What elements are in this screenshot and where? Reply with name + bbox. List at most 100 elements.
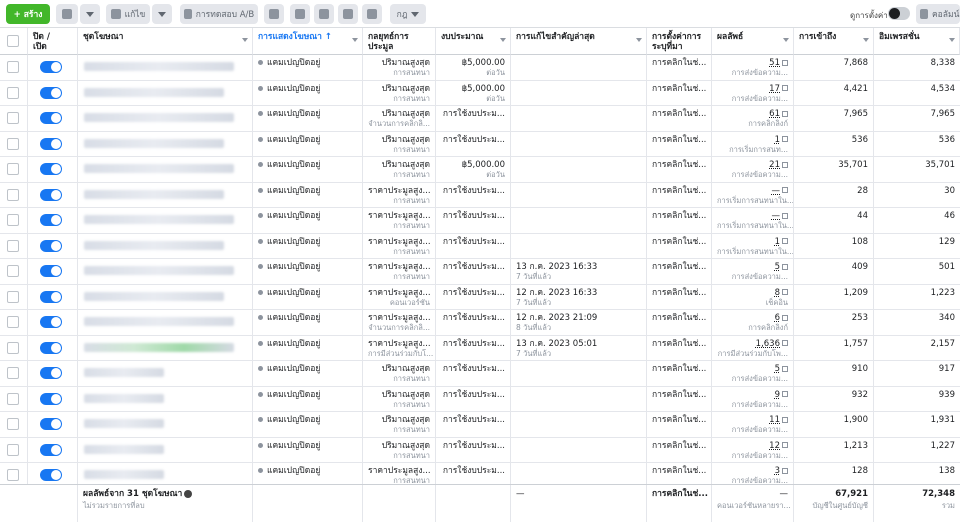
adset-name-cell[interactable] — [78, 182, 253, 208]
adset-name-cell[interactable] — [78, 386, 253, 412]
adset-status-toggle[interactable] — [40, 367, 62, 379]
row-checkbox[interactable] — [7, 367, 19, 379]
row-checkbox[interactable] — [7, 392, 19, 405]
budget-value: ฿5,000.00 — [461, 58, 505, 68]
row-toggle-cell — [28, 157, 78, 183]
row-checkbox[interactable] — [7, 341, 19, 354]
preview-button[interactable] — [362, 4, 382, 24]
bid-strategy-sub: จำนวนการคลิกลิ... — [368, 119, 430, 128]
header-delivery-label: การแสดงโฆษณา ↑ — [258, 32, 333, 42]
row-checkbox[interactable] — [7, 265, 19, 277]
row-checkbox[interactable] — [7, 239, 19, 252]
adset-name-redacted — [84, 368, 164, 377]
info-icon[interactable] — [184, 489, 193, 498]
duplicate-button[interactable] — [56, 4, 78, 24]
header-adset[interactable]: ชุดโฆษณา — [78, 28, 253, 55]
adset-name-cell[interactable] — [78, 157, 253, 183]
undo-icon — [295, 9, 305, 19]
budget-value: การใช้งบประม... — [442, 440, 505, 451]
undo-button[interactable] — [290, 4, 310, 24]
row-checkbox[interactable] — [7, 61, 19, 73]
adset-name-cell[interactable] — [78, 80, 253, 106]
row-checkbox[interactable] — [7, 316, 19, 328]
row-checkbox[interactable] — [7, 290, 19, 303]
adset-status-toggle[interactable] — [40, 469, 62, 481]
adset-status-toggle[interactable] — [40, 86, 62, 99]
row-checkbox[interactable] — [7, 86, 19, 99]
row-checkbox[interactable] — [7, 214, 19, 226]
bid-strategy-cell: ปริมาณสูงสุด การสนทนา — [363, 361, 436, 387]
adset-status-toggle[interactable] — [40, 61, 62, 73]
row-checkbox[interactable] — [7, 469, 19, 481]
clipboard-button[interactable] — [264, 4, 284, 24]
view-settings-toggle[interactable] — [888, 7, 910, 20]
header-impressions[interactable]: อิมเพรสชั่น — [874, 28, 960, 55]
adset-status-toggle[interactable] — [40, 341, 62, 354]
adset-status-toggle[interactable] — [40, 112, 62, 124]
adset-name-cell[interactable] — [78, 55, 253, 81]
adset-name-cell[interactable] — [78, 437, 253, 463]
summary-impressions: 72,348 รวม — [874, 485, 960, 522]
adset-status-toggle[interactable] — [40, 316, 62, 328]
header-reach[interactable]: การเข้าถึง — [794, 28, 874, 55]
adset-status-toggle[interactable] — [40, 392, 62, 405]
adset-status-toggle[interactable] — [40, 163, 62, 175]
budget-cell: การใช้งบประม... — [436, 259, 511, 285]
duplicate-dropdown-button[interactable] — [80, 4, 100, 24]
row-checkbox[interactable] — [7, 163, 19, 175]
adset-name-cell[interactable] — [78, 361, 253, 387]
row-checkbox[interactable] — [7, 443, 19, 456]
adset-name-cell[interactable] — [78, 259, 253, 285]
adset-name-cell[interactable] — [78, 412, 253, 438]
select-all-header — [0, 28, 28, 55]
adset-status-toggle[interactable] — [40, 290, 62, 303]
edit-dropdown-button[interactable] — [152, 4, 172, 24]
adset-name-cell[interactable] — [78, 310, 253, 336]
results-sub: การส่งข้อความ... — [731, 170, 788, 179]
adset-status-toggle[interactable] — [40, 214, 62, 226]
adset-status-toggle[interactable] — [40, 265, 62, 277]
budget-value: การใช้งบประม... — [442, 415, 505, 425]
create-button[interactable]: + สร้าง — [6, 4, 50, 24]
delivery-cell: แคมเปญปิดอยู่ — [253, 310, 363, 336]
select-all-checkbox[interactable] — [7, 35, 19, 47]
sort-caret-icon — [242, 38, 248, 42]
adset-status-toggle[interactable] — [40, 443, 62, 456]
tag-button[interactable] — [338, 4, 358, 24]
columns-button[interactable]: คอลัมน์ — [916, 4, 960, 24]
adset-status-toggle[interactable] — [40, 188, 62, 201]
adset-status-toggle[interactable] — [40, 239, 62, 252]
adset-name-cell[interactable] — [78, 106, 253, 132]
attribution-value: การคลิกในช่... — [652, 338, 707, 349]
delete-button[interactable] — [314, 4, 334, 24]
adset-name-cell[interactable] — [78, 335, 253, 361]
adset-name-cell[interactable] — [78, 208, 253, 234]
row-checkbox[interactable] — [7, 418, 19, 430]
summary-reach-value: 67,921 — [835, 489, 868, 499]
ab-test-button[interactable]: การทดสอบ A/B — [180, 4, 258, 24]
header-attribution[interactable]: การตั้งค่าการระบุที่มา — [647, 28, 712, 55]
results-cell: 17 การส่งข้อความ... — [712, 80, 794, 106]
row-toggle-cell — [28, 437, 78, 463]
adset-status-toggle[interactable] — [40, 418, 62, 430]
budget-cell: การใช้งบประม... — [436, 412, 511, 438]
adset-name-cell[interactable] — [78, 284, 253, 310]
row-checkbox[interactable] — [7, 137, 19, 150]
bid-strategy-sub: การสนทนา — [393, 170, 430, 179]
row-select-cell — [0, 208, 28, 234]
header-last-edit[interactable]: การแก้ไขสำคัญล่าสุด — [511, 28, 647, 55]
row-checkbox[interactable] — [7, 112, 19, 124]
results-info-icon — [782, 365, 788, 372]
row-checkbox[interactable] — [7, 188, 19, 201]
header-onoff[interactable]: ปิด / เปิด — [28, 28, 78, 55]
header-delivery[interactable]: การแสดงโฆษณา ↑ — [253, 28, 363, 55]
edit-button[interactable]: แก้ไข — [106, 4, 150, 24]
adset-status-toggle[interactable] — [40, 137, 62, 150]
header-budget[interactable]: งบประมาณ — [436, 28, 511, 55]
adset-name-cell[interactable] — [78, 233, 253, 259]
adset-name-cell[interactable] — [78, 131, 253, 157]
header-results[interactable]: ผลลัพธ์ — [712, 28, 794, 55]
header-bid-strategy[interactable]: กลยุทธ์การประมูล — [363, 28, 436, 55]
ab-test-label: การทดสอบ A/B — [195, 10, 255, 20]
rules-button[interactable]: กฎ — [390, 4, 426, 24]
